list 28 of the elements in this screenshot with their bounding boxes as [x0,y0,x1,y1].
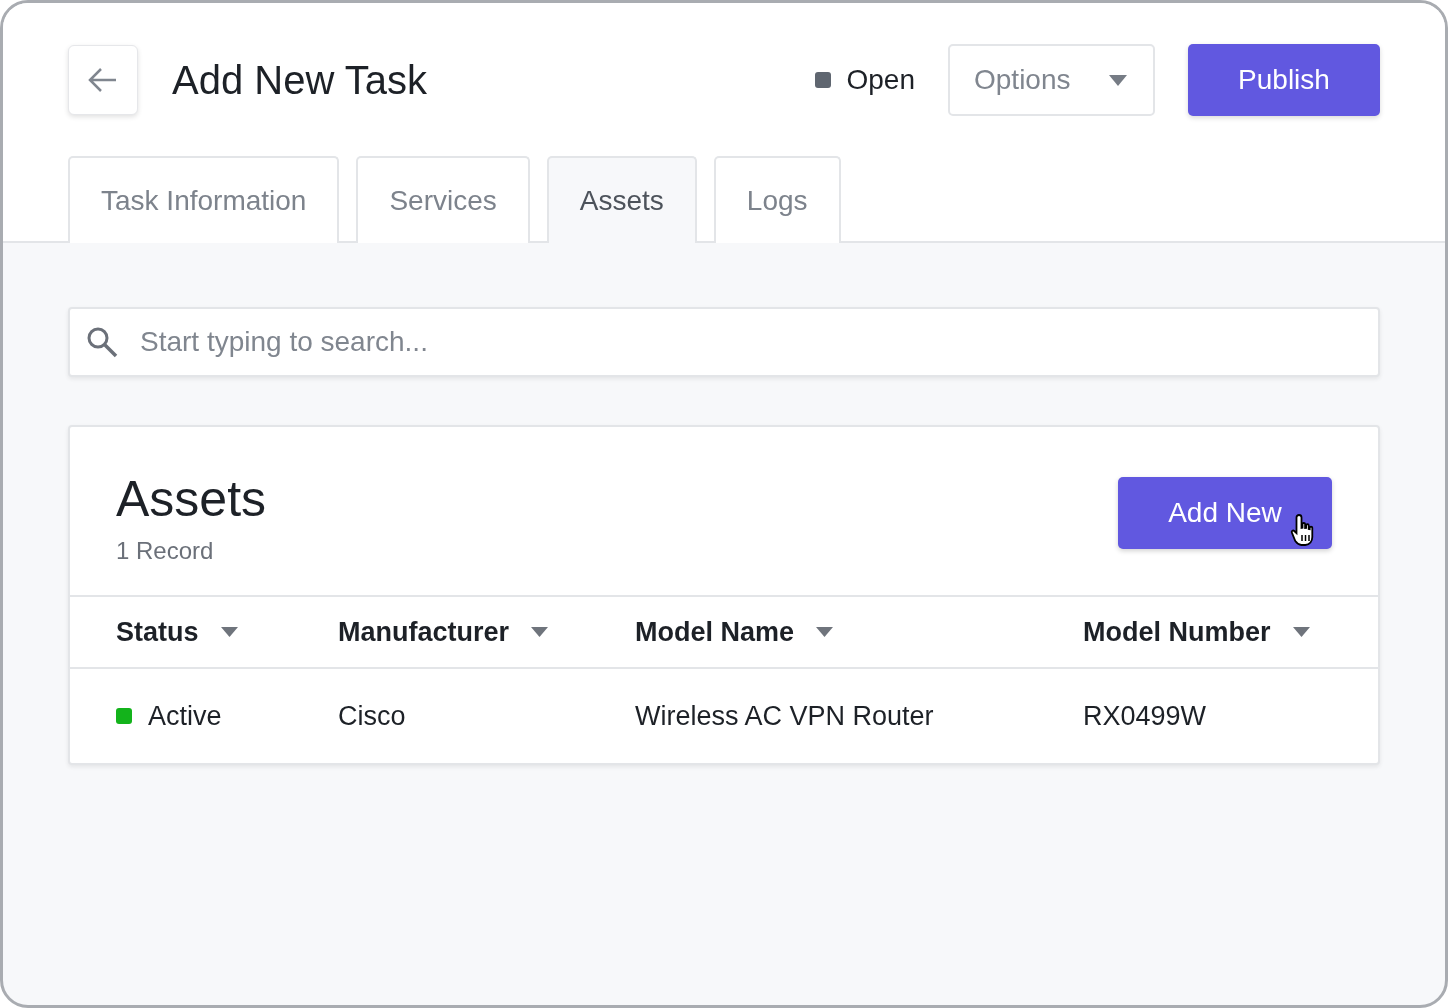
status-label: Open [846,64,915,96]
table-cell: Wireless AC VPN Router [635,700,934,732]
tab[interactable]: Services [356,156,530,243]
sort-caret-icon[interactable] [220,627,238,637]
tab[interactable]: Task Information [68,156,340,243]
column-header[interactable]: Manufacturer [338,616,510,648]
card-title: Assets [116,471,267,527]
tab[interactable]: Assets [546,156,697,243]
sort-caret-icon[interactable] [816,627,834,637]
tab[interactable]: Logs [713,156,841,243]
sort-caret-icon[interactable] [531,627,549,637]
table-cell: Cisco [338,700,406,732]
record-count: 1 Record [116,537,215,565]
add-new-button[interactable]: Add New [1118,477,1332,549]
back-button[interactable] [68,45,138,115]
table-cell: RX0499W [1083,700,1207,732]
search-icon [86,326,118,358]
publish-button[interactable]: Publish [1188,44,1380,116]
column-header[interactable]: Model Number [1083,616,1271,648]
options-dropdown[interactable]: Options [948,44,1155,116]
sort-caret-icon[interactable] [1292,627,1310,637]
column-header[interactable]: Status [116,616,199,648]
back-arrow-icon [88,67,118,93]
caret-icon [1109,74,1127,86]
page-title: Add New Task [172,57,427,103]
search-field[interactable]: Start typing to search... [68,307,1380,377]
column-header[interactable]: Model Name [635,616,795,648]
table-cell: Active [148,700,222,732]
